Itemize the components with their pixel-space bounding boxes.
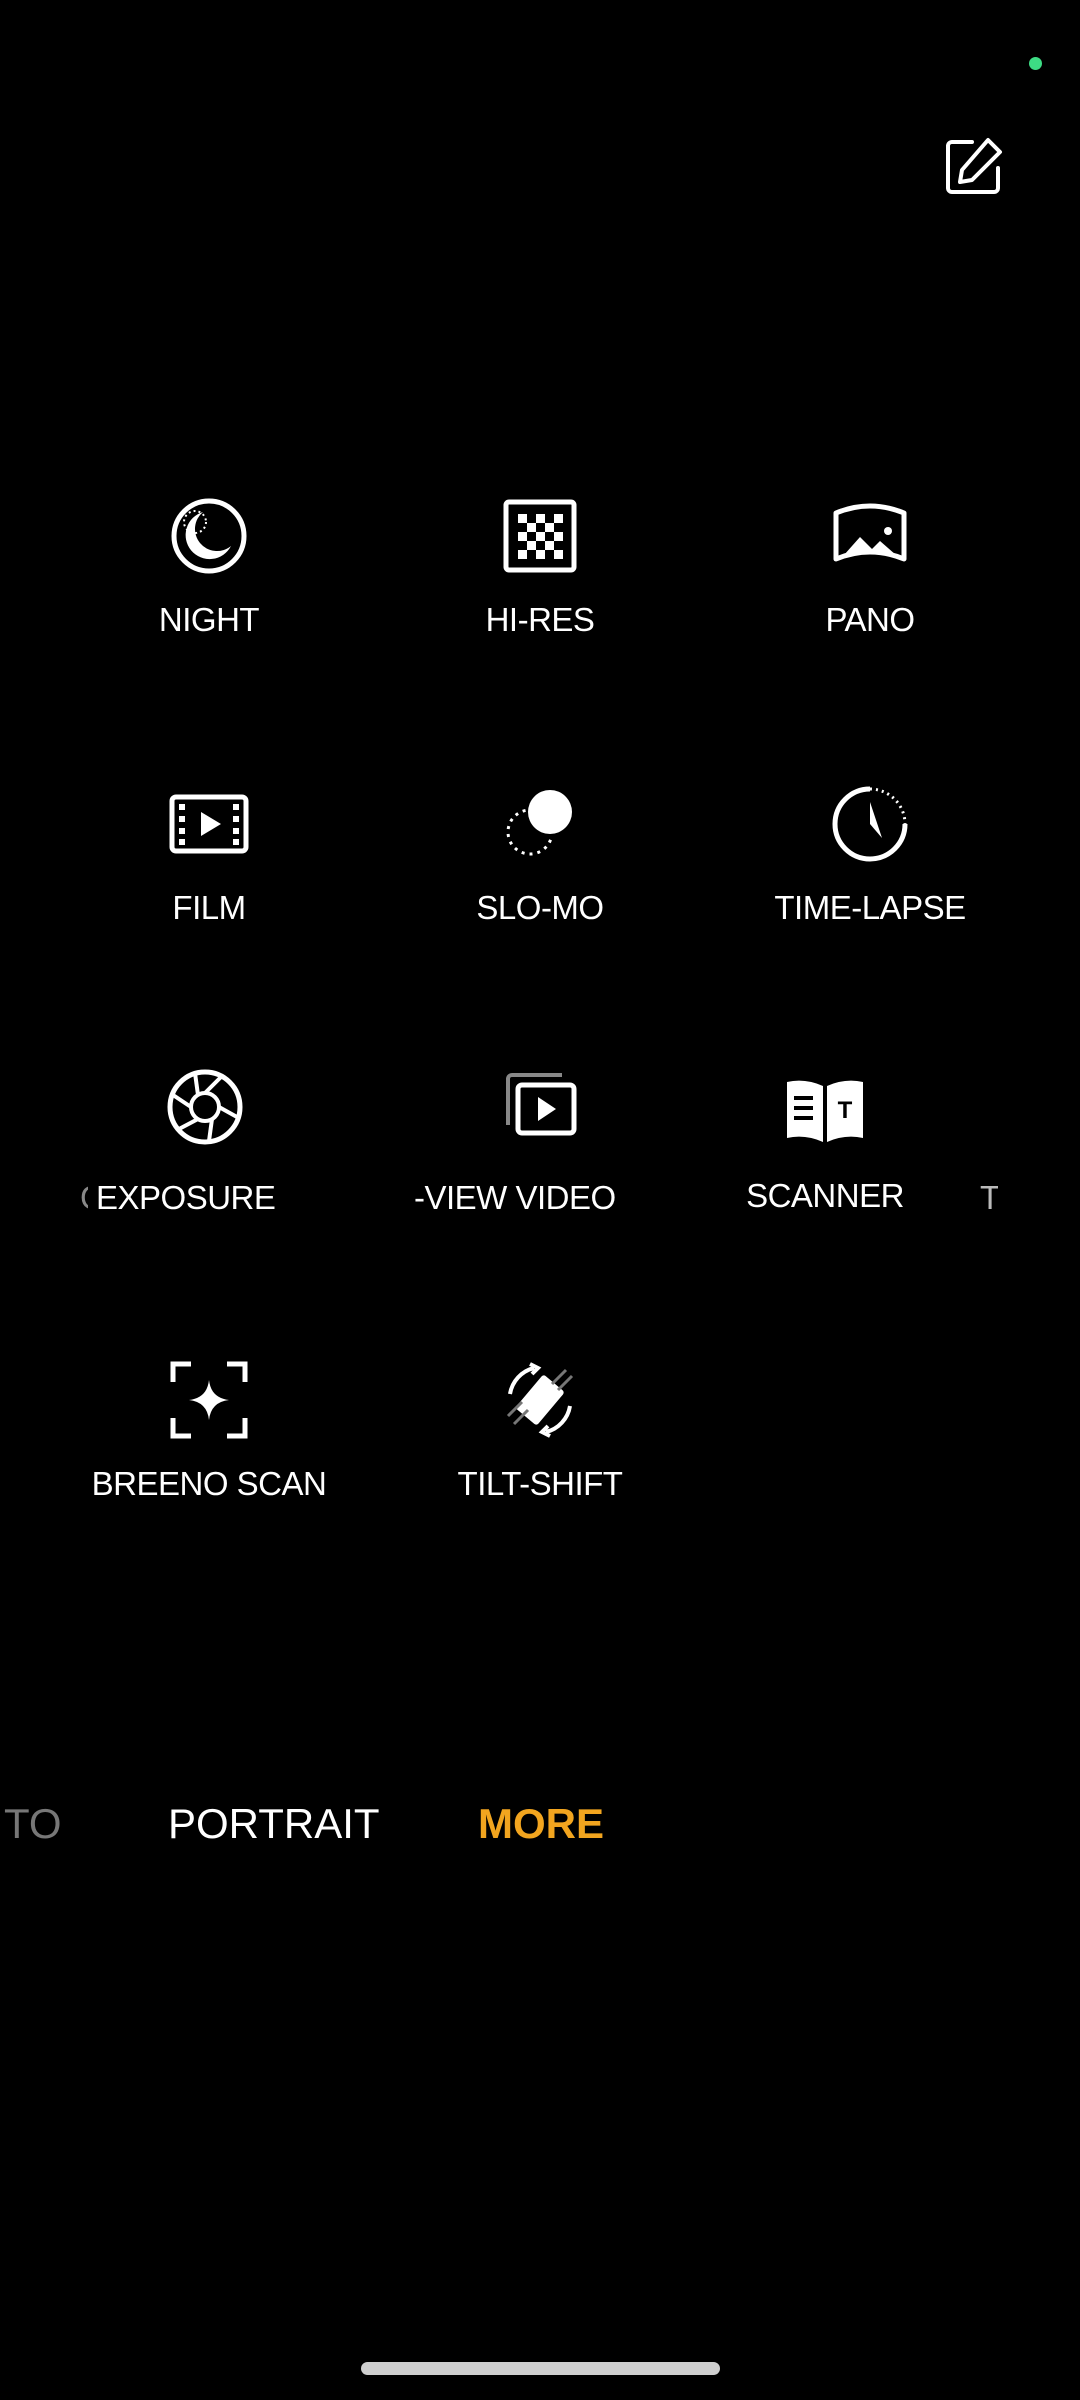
film-strip-icon — [164, 779, 254, 869]
mode-dual-view-video[interactable]: -VIEW VIDEO — [410, 1067, 650, 1267]
mode-breeno-scan-label: BREENO SCAN — [91, 1465, 327, 1502]
mode-dual-view-video-label: -VIEW VIDEO — [414, 1179, 616, 1216]
mode-tilt-shift[interactable]: TILT-SHIFT — [375, 1355, 705, 1555]
mode-long-exposure[interactable]: G EXPOSURE — [80, 1067, 280, 1267]
mode-long-exposure-label: EXPOSURE — [96, 1179, 276, 1216]
mode-long-exposure-clipped-prefix: G — [80, 1179, 88, 1219]
mode-tab-more[interactable]: MORE — [478, 1800, 604, 1848]
hi-res-grid-icon — [495, 491, 585, 581]
mode-pano-label: PANO — [825, 601, 915, 638]
scanner-book-icon: T — [780, 1067, 870, 1157]
dual-view-video-icon — [500, 1067, 580, 1147]
mode-hi-res[interactable]: HI-RES — [375, 491, 705, 691]
mode-tilt-shift-label: TILT-SHIFT — [457, 1465, 623, 1502]
mode-scanner[interactable]: T SCANNER — [660, 1067, 990, 1267]
breeno-scan-icon — [164, 1355, 254, 1445]
privacy-indicator-dot — [1029, 57, 1042, 70]
mode-next-clipped-label[interactable]: T — [980, 1179, 998, 1217]
time-lapse-icon — [825, 779, 915, 869]
mode-tab-photo-clipped[interactable]: TO — [4, 1800, 62, 1848]
mode-selector-bar: TO PORTRAIT MORE — [0, 1800, 1080, 1860]
moon-icon — [164, 491, 254, 581]
mode-time-lapse-label: TIME-LAPSE — [774, 889, 966, 926]
mode-slo-mo[interactable]: SLO-MO — [375, 779, 705, 979]
tilt-shift-icon — [495, 1355, 585, 1445]
mode-time-lapse[interactable]: TIME-LAPSE — [705, 779, 1035, 979]
mode-night[interactable]: NIGHT — [44, 491, 374, 691]
mode-night-label: NIGHT — [158, 601, 260, 638]
mode-tab-portrait[interactable]: PORTRAIT — [168, 1800, 380, 1848]
svg-text:T: T — [838, 1097, 853, 1124]
home-indicator-bar[interactable] — [361, 2362, 720, 2375]
mode-hi-res-label: HI-RES — [485, 601, 595, 638]
mode-slo-mo-label: SLO-MO — [476, 889, 604, 926]
aperture-icon — [165, 1067, 245, 1147]
edit-modes-button[interactable] — [938, 132, 1008, 202]
mode-film[interactable]: FILM — [44, 779, 374, 979]
edit-icon — [946, 138, 1002, 194]
mode-breeno-scan[interactable]: BREENO SCAN — [44, 1355, 374, 1555]
panorama-icon — [825, 491, 915, 581]
mode-pano[interactable]: PANO — [705, 491, 1035, 691]
slow-motion-icon — [495, 779, 585, 869]
mode-scanner-label: SCANNER — [746, 1177, 904, 1214]
mode-film-label: FILM — [172, 889, 246, 926]
